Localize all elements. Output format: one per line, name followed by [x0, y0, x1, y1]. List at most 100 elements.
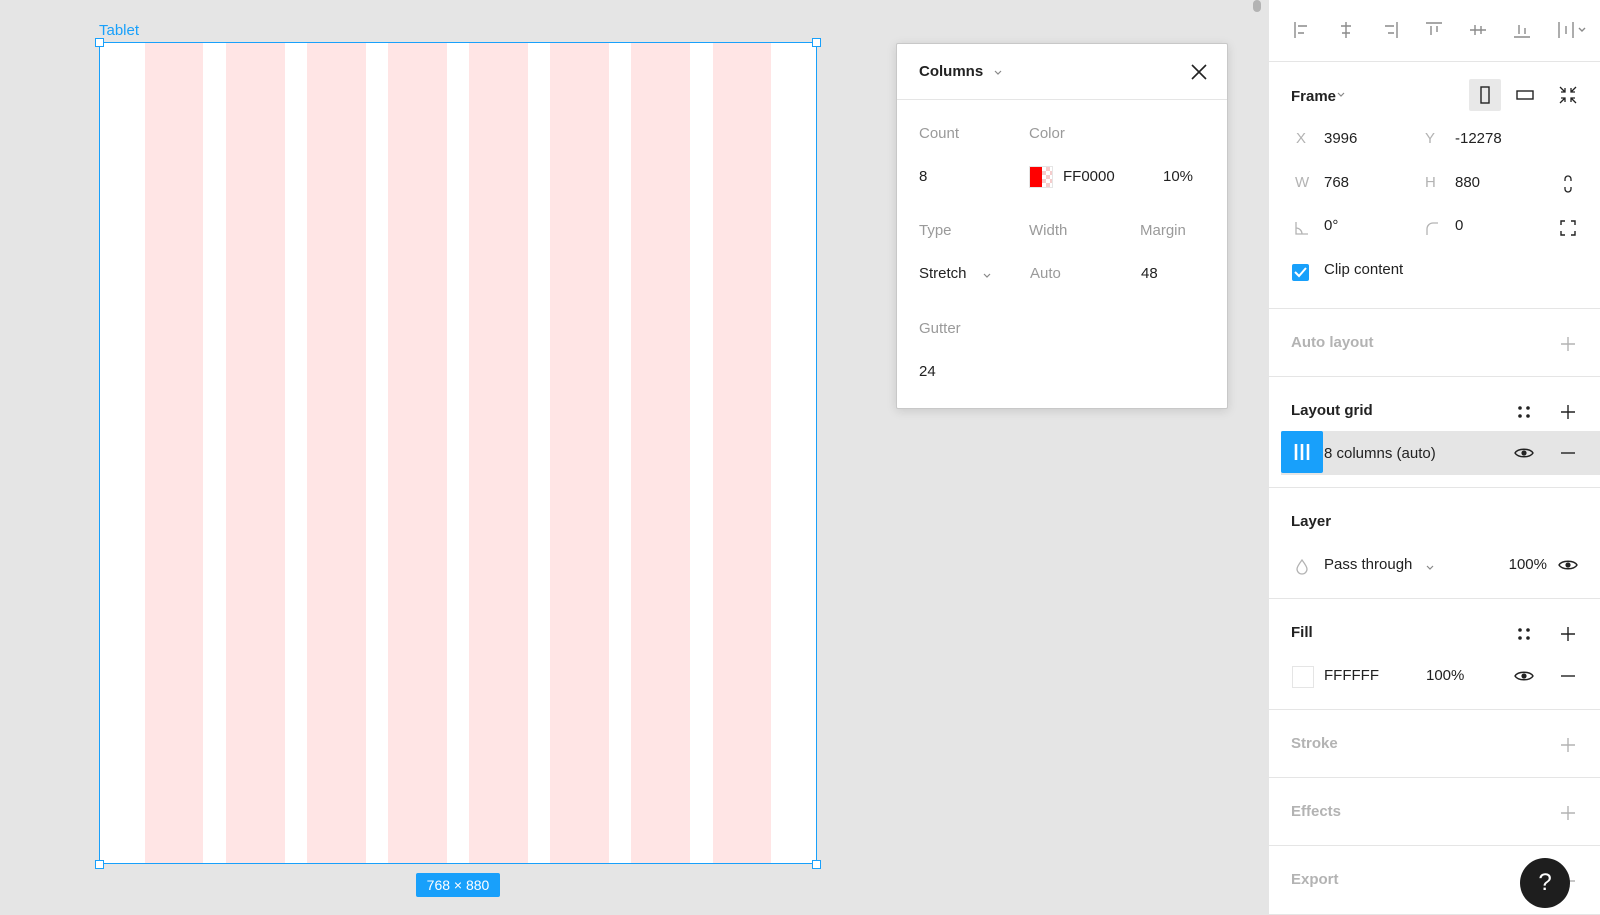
help-button[interactable]: ?	[1520, 858, 1570, 908]
layout-grid-title: Layout grid	[1291, 402, 1373, 419]
fill-styles-icon[interactable]	[1513, 623, 1535, 645]
chevron-down-icon[interactable]	[1424, 561, 1436, 573]
w-input[interactable]: 768	[1324, 174, 1349, 191]
tablet-frame[interactable]	[99, 42, 817, 864]
auto-layout-section: Auto layout	[1269, 309, 1600, 377]
stroke-title: Stroke	[1291, 735, 1338, 752]
constrain-proportions-icon[interactable]	[1557, 173, 1579, 195]
count-input[interactable]: 8	[919, 168, 927, 185]
chevron-down-icon[interactable]	[981, 269, 993, 281]
plus-icon[interactable]	[1557, 401, 1579, 423]
fill-section: Fill FFFFFF 100%	[1269, 599, 1600, 710]
grid-color-swatch[interactable]	[1029, 166, 1053, 188]
independent-corners-icon[interactable]	[1557, 217, 1579, 239]
margin-input[interactable]: 48	[1141, 265, 1158, 282]
effects-title: Effects	[1291, 803, 1342, 820]
align-top-icon[interactable]	[1423, 19, 1445, 41]
layer-section: Layer Pass through 100%	[1269, 488, 1600, 599]
width-label: Width	[1029, 222, 1068, 239]
type-label: Type	[919, 222, 952, 239]
color-opacity-input[interactable]: 10%	[1163, 168, 1193, 185]
portrait-icon	[1480, 86, 1490, 104]
close-icon[interactable]	[1189, 62, 1209, 82]
grid-column	[306, 43, 366, 863]
grid-column	[550, 43, 610, 863]
chevron-down-icon[interactable]	[992, 66, 1004, 78]
x-label: X	[1296, 130, 1307, 147]
landscape-icon[interactable]	[1514, 84, 1536, 106]
layout-grid-item-label[interactable]: 8 columns (auto)	[1324, 445, 1436, 462]
columns-grid-icon	[1294, 444, 1310, 460]
grid-column	[388, 43, 447, 863]
resize-handle-bottom-right[interactable]	[812, 860, 821, 869]
align-right-icon[interactable]	[1379, 19, 1401, 41]
plus-icon[interactable]	[1557, 802, 1579, 824]
grid-column	[469, 43, 528, 863]
fill-hex-input[interactable]: FFFFFF	[1324, 667, 1379, 684]
grid-column	[225, 43, 285, 863]
gutter-input[interactable]: 24	[919, 363, 936, 380]
align-bottom-icon[interactable]	[1511, 19, 1533, 41]
grid-column	[712, 43, 772, 863]
count-label: Count	[919, 125, 960, 142]
frame-size-badge: 768 × 880	[416, 873, 500, 897]
stroke-section: Stroke	[1269, 710, 1600, 778]
y-input[interactable]: -12278	[1455, 130, 1502, 147]
effects-section: Effects	[1269, 778, 1600, 846]
eye-icon[interactable]	[1513, 665, 1535, 687]
w-label: W	[1295, 174, 1310, 191]
margin-label: Margin	[1140, 222, 1186, 239]
align-horizontal-center-icon[interactable]	[1335, 19, 1357, 41]
alignment-toolbar	[1269, 0, 1600, 62]
eye-icon[interactable]	[1557, 554, 1579, 576]
gutter-label: Gutter	[919, 320, 961, 337]
type-dropdown[interactable]: Stretch	[919, 265, 967, 282]
distribute-spacing-icon[interactable]	[1555, 19, 1589, 41]
eye-icon[interactable]	[1513, 442, 1535, 464]
auto-layout-title[interactable]: Auto layout	[1291, 334, 1374, 351]
resize-handle-top-left[interactable]	[95, 38, 104, 47]
rotation-input[interactable]: 0°	[1324, 217, 1338, 234]
grid-type-dropdown-label[interactable]: Columns	[919, 63, 983, 80]
color-hex-input[interactable]: FF0000	[1063, 168, 1115, 185]
h-label: H	[1425, 174, 1436, 191]
minus-icon[interactable]	[1557, 442, 1579, 464]
grid-styles-icon[interactable]	[1513, 401, 1535, 423]
grid-column	[144, 43, 204, 863]
fill-title: Fill	[1291, 624, 1313, 641]
resize-to-fit-icon[interactable]	[1557, 84, 1579, 106]
fill-opacity-input[interactable]: 100%	[1426, 667, 1464, 684]
plus-icon[interactable]	[1557, 333, 1579, 355]
plus-icon[interactable]	[1557, 734, 1579, 756]
corner-radius-icon	[1426, 222, 1438, 235]
frame-section: Frame X 3996 Y -12278 W 768 H 880 0° 0 C…	[1269, 62, 1600, 309]
resize-handle-bottom-left[interactable]	[95, 860, 104, 869]
layer-opacity-input[interactable]: 100%	[1493, 556, 1547, 573]
resize-handle-top-right[interactable]	[812, 38, 821, 47]
chevron-down-icon[interactable]	[1335, 88, 1347, 100]
properties-panel: Frame X 3996 Y -12278 W 768 H 880 0° 0 C…	[1268, 0, 1600, 915]
width-input[interactable]: Auto	[1030, 265, 1061, 282]
frame-title[interactable]: Frame	[1291, 88, 1336, 105]
checkmark-icon	[1294, 267, 1307, 278]
blend-mode-dropdown[interactable]: Pass through	[1324, 556, 1412, 573]
frame-label[interactable]: Tablet	[99, 22, 139, 39]
align-vertical-center-icon[interactable]	[1467, 19, 1489, 41]
canvas-scrollbar[interactable]	[1253, 0, 1261, 12]
rotation-icon	[1295, 222, 1308, 235]
blend-mode-icon	[1296, 558, 1308, 575]
minus-icon[interactable]	[1557, 665, 1579, 687]
clip-content-label[interactable]: Clip content	[1324, 261, 1403, 278]
export-title: Export	[1291, 871, 1339, 888]
align-left-icon[interactable]	[1291, 19, 1313, 41]
plus-icon[interactable]	[1557, 623, 1579, 645]
fill-color-swatch[interactable]	[1292, 666, 1314, 688]
x-input[interactable]: 3996	[1324, 130, 1357, 147]
corner-radius-input[interactable]: 0	[1455, 217, 1463, 234]
columns-grid-popup: Columns Count 8 Color FF0000 10% Type St…	[896, 43, 1228, 409]
layer-title: Layer	[1291, 513, 1332, 530]
h-input[interactable]: 880	[1455, 174, 1480, 191]
color-label: Color	[1029, 125, 1065, 142]
popup-header: Columns	[897, 44, 1227, 100]
y-label: Y	[1425, 130, 1436, 147]
